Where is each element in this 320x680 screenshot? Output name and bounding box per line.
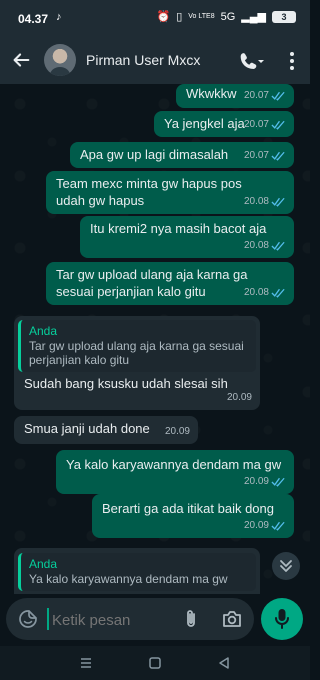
- read-receipt-icon: [271, 197, 285, 207]
- message-time: 20.07: [243, 90, 269, 101]
- outgoing-message[interactable]: Tar gw upload ulang aja karna ga sesuai …: [46, 262, 294, 305]
- more-vertical-icon[interactable]: [284, 50, 300, 72]
- home-icon[interactable]: [146, 654, 164, 672]
- quoted-text: Tar gw upload ulang aja karna ga sesuai …: [29, 339, 244, 367]
- message-time: 20.09: [226, 392, 252, 403]
- message-time: 20.08: [243, 287, 269, 298]
- outgoing-message[interactable]: Team mexc minta gw hapus pos udah gw hap…: [46, 171, 294, 214]
- message-text: Apa gw up lagi dimasalah: [80, 147, 229, 162]
- message-text: Ya kalo karyawannya dendam ma gw: [66, 457, 282, 472]
- message-time: 20.09: [164, 426, 190, 437]
- outgoing-message[interactable]: Apa gw up lagi dimasalah 20.07: [70, 142, 294, 168]
- camera-icon[interactable]: [221, 608, 243, 630]
- paperclip-icon[interactable]: [182, 608, 200, 630]
- quoted-sender: Anda: [29, 324, 58, 338]
- voice-message-button[interactable]: [261, 598, 303, 640]
- battery-icon: 3: [272, 10, 296, 23]
- alarm-icon: ⏰: [156, 11, 171, 23]
- system-navigation-bar: [0, 646, 310, 680]
- message-meta: 20.09: [227, 389, 252, 406]
- back-arrow-icon[interactable]: [10, 49, 32, 71]
- outgoing-message[interactable]: Itu kremi2 nya masih bacot aja 20.08: [80, 216, 294, 258]
- message-time: 20.09: [243, 520, 269, 531]
- reply-preview-quote[interactable]: Anda Ya kalo karyawannya dendam ma gw: [18, 553, 256, 591]
- read-receipt-icon: [271, 241, 285, 251]
- back-triangle-icon[interactable]: [215, 654, 233, 672]
- message-meta: 20.09: [244, 517, 286, 534]
- read-receipt-icon: [271, 120, 285, 130]
- message-meta: 20.07: [244, 147, 286, 164]
- message-text: Wkwkkw: [186, 86, 237, 101]
- vibrate-icon: ▯: [176, 11, 183, 23]
- message-text: Team mexc minta gw hapus pos udah gw hap…: [56, 176, 242, 208]
- sticker-icon[interactable]: [18, 609, 38, 629]
- read-receipt-icon: [271, 521, 285, 531]
- call-icon[interactable]: [236, 50, 264, 72]
- reply-preview-text: Ya kalo karyawannya dendam ma gw: [29, 572, 228, 586]
- message-list[interactable]: Wkwkkw 20.07 Ya jengkel aja 20.07 Apa gw…: [0, 84, 310, 594]
- status-time: 04.37: [18, 12, 49, 26]
- read-receipt-icon: [271, 91, 285, 101]
- network-label: Vo LTE8: [188, 13, 215, 20]
- message-composer: [0, 594, 310, 646]
- message-text: Tar gw upload ulang aja karna ga sesuai …: [56, 267, 248, 299]
- scroll-to-bottom-button[interactable]: [272, 552, 300, 580]
- contact-avatar[interactable]: [44, 44, 76, 76]
- message-time: 20.07: [243, 119, 269, 130]
- message-meta: 20.08: [244, 237, 286, 254]
- status-bar: 04.37 ♪ ⏰ ▯ Vo LTE8 5G ▂▄▆ 3: [0, 0, 310, 38]
- double-chevron-down-icon: [280, 560, 292, 572]
- contact-name[interactable]: Pirman User Mxcx: [86, 52, 200, 68]
- read-receipt-icon: [271, 477, 285, 487]
- reply-preview-message[interactable]: Anda Ya kalo karyawannya dendam ma gw: [14, 548, 260, 594]
- message-time: 20.08: [243, 196, 269, 207]
- message-time: 20.07: [243, 150, 269, 161]
- outgoing-message[interactable]: Ya kalo karyawannya dendam ma gw 20.09: [56, 450, 294, 494]
- message-meta: 20.08: [244, 193, 286, 210]
- message-text: Itu kremi2 nya masih bacot aja: [90, 221, 267, 236]
- signal-label: 5G: [220, 10, 236, 23]
- status-icons: ⏰ ▯ Vo LTE8 5G ▂▄▆ 3: [156, 10, 296, 23]
- message-meta: 20.09: [165, 423, 190, 440]
- signal-icon: ▂▄▆: [241, 11, 266, 23]
- message-meta: 20.09: [244, 473, 286, 490]
- read-receipt-icon: [271, 151, 285, 161]
- message-text: Sudah bang ksusku udah slesai sih: [24, 376, 228, 391]
- message-text: Berarti ga ada itikat baik dong: [102, 501, 274, 516]
- outgoing-message[interactable]: Wkwkkw 20.07: [176, 84, 294, 108]
- message-meta: 20.07: [244, 116, 286, 133]
- message-text: Ya jengkel aja: [164, 116, 245, 131]
- tiktok-icon: ♪: [56, 11, 62, 23]
- menu-icon[interactable]: [77, 654, 95, 672]
- incoming-message-with-reply[interactable]: Anda Tar gw upload ulang aja karna ga se…: [14, 316, 260, 410]
- incoming-message[interactable]: Smua janji udah done 20.09: [14, 416, 198, 444]
- read-receipt-icon: [271, 288, 285, 298]
- message-meta: 20.07: [244, 87, 286, 104]
- outgoing-message[interactable]: Ya jengkel aja 20.07: [154, 111, 294, 137]
- message-input[interactable]: [50, 608, 174, 632]
- message-text: Smua janji udah done: [24, 421, 150, 436]
- message-time: 20.08: [243, 240, 269, 251]
- message-time: 20.09: [243, 476, 269, 487]
- quoted-message[interactable]: Anda Tar gw upload ulang aja karna ga se…: [18, 320, 256, 372]
- reply-preview-name: Anda: [29, 557, 58, 571]
- message-input-bar[interactable]: [6, 598, 254, 640]
- text-cursor: [47, 608, 49, 630]
- outgoing-message[interactable]: Berarti ga ada itikat baik dong 20.09: [92, 494, 294, 538]
- chat-header: Pirman User Mxcx: [0, 38, 310, 84]
- message-meta: 20.08: [244, 284, 286, 301]
- microphone-icon: [275, 609, 289, 629]
